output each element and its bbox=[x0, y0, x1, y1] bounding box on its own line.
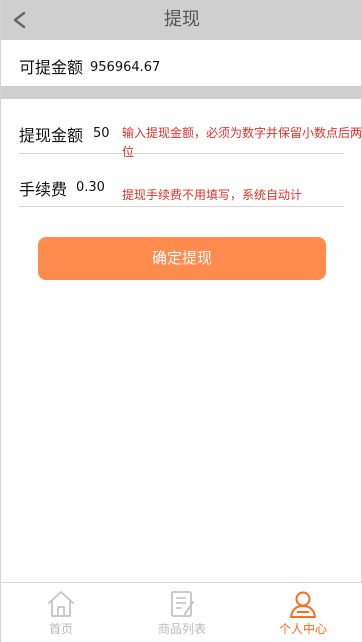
app-frame: 提现 可提金额 956964.67 提现金额 50 输入提现金额，必须为数字并保… bbox=[0, 0, 362, 642]
header-bar: 提现 bbox=[1, 0, 362, 40]
home-icon bbox=[48, 591, 74, 617]
amount-input[interactable] bbox=[89, 118, 119, 150]
document-list-icon bbox=[171, 591, 194, 617]
balance-value: 956964.67 bbox=[90, 59, 161, 75]
amount-label: 提现金额 bbox=[19, 126, 84, 145]
tab-home[interactable]: 首页 bbox=[1, 583, 121, 642]
user-icon bbox=[290, 591, 316, 618]
amount-row: 提现金额 50 输入提现金额，必须为数字并保留小数点后两位 bbox=[19, 116, 362, 159]
balance-row: 可提金额 956964.67 bbox=[1, 44, 362, 88]
page-title: 提现 bbox=[164, 9, 200, 30]
bottom-tab-bar: 首页 商品列表 个人中心 bbox=[1, 582, 362, 642]
fee-input[interactable] bbox=[73, 172, 113, 204]
tab-personal-center-label: 个人中心 bbox=[278, 622, 327, 636]
tab-product-list[interactable]: 商品列表 bbox=[122, 583, 242, 642]
balance-label: 可提金额 bbox=[19, 58, 84, 77]
tab-personal-center[interactable]: 个人中心 bbox=[243, 583, 362, 642]
tab-home-label: 首页 bbox=[48, 622, 73, 636]
section-divider bbox=[1, 86, 362, 99]
amount-hint: 输入提现金额，必须为数字并保留小数点后两位 bbox=[122, 126, 362, 159]
tab-product-list-label: 商品列表 bbox=[157, 622, 206, 636]
fee-label: 手续费 bbox=[19, 180, 68, 199]
fee-hint: 提现手续费不用填写，系统自动计 bbox=[122, 188, 303, 202]
confirm-withdraw-button[interactable]: 确定提现 bbox=[38, 237, 326, 280]
fee-row: 手续费 0.30 提现手续费不用填写，系统自动计 bbox=[19, 170, 344, 207]
